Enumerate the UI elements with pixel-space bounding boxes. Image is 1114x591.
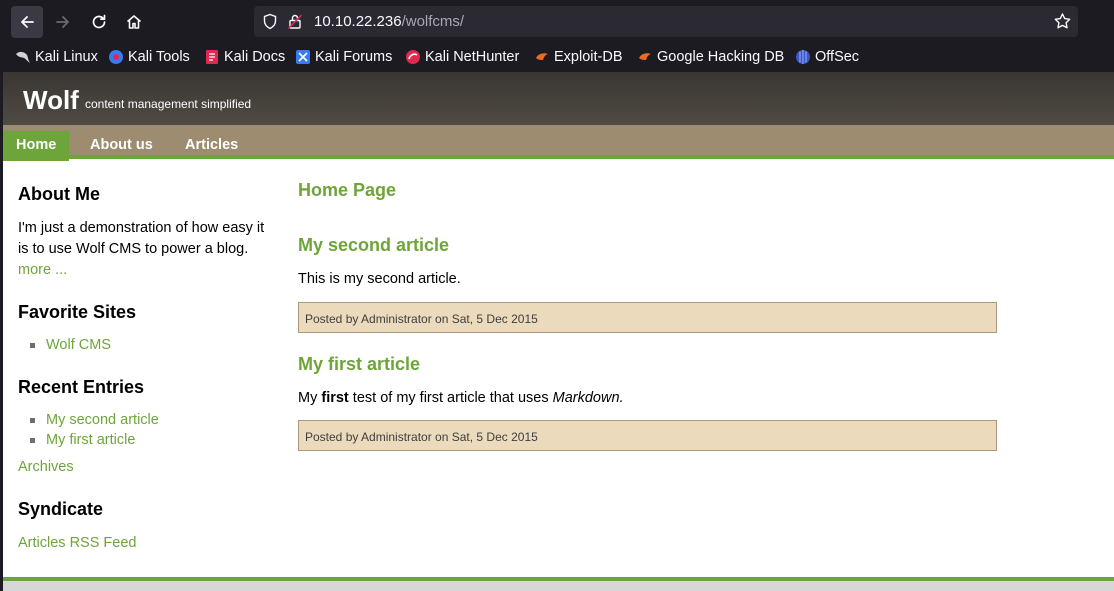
article-body: My first test of my first article that u…: [298, 390, 624, 406]
home-button[interactable]: [118, 6, 150, 38]
bookmark-label: Kali NetHunter: [425, 49, 520, 65]
reload-button[interactable]: [83, 6, 115, 38]
bookmark-label: Kali Linux: [35, 49, 98, 65]
article-title[interactable]: My first article: [298, 354, 420, 375]
body-italic-text: Markdown.: [552, 390, 624, 406]
nav-articles[interactable]: Articles: [172, 131, 251, 161]
site-header: Wolf content management simplified: [3, 72, 1114, 125]
bookmark-label: Exploit-DB: [554, 49, 623, 65]
recent-entry-link[interactable]: My second article: [46, 412, 159, 428]
web-page: Wolf content management simplified Home …: [3, 72, 1114, 591]
bookmark-google-hacking-db[interactable]: Google Hacking DB: [637, 48, 784, 66]
favorite-site-link[interactable]: Wolf CMS: [46, 337, 111, 353]
bookmark-kali-docs[interactable]: Kali Docs: [204, 48, 285, 66]
bookmark-exploit-db[interactable]: Exploit-DB: [534, 48, 623, 66]
browser-toolbar: 10.10.22.236/wolfcms/: [0, 0, 1114, 42]
footer: [3, 581, 1114, 591]
google-hacking-db-icon: [639, 53, 651, 60]
kali-forums-icon: [296, 50, 310, 64]
bookmark-label: OffSec: [815, 49, 860, 65]
kali-nethunter-icon: [406, 50, 420, 64]
site-slogan: content management simplified: [85, 97, 252, 111]
site-title[interactable]: Wolf: [23, 85, 79, 116]
body-text: test of my first article that uses: [348, 390, 553, 406]
kali-docs-icon: [206, 50, 218, 64]
favorites-heading: Favorite Sites: [18, 302, 137, 322]
insecure-lock-icon[interactable]: [287, 13, 303, 30]
address-bar[interactable]: 10.10.22.236/wolfcms/: [254, 6, 1078, 37]
page-title: Home Page: [298, 180, 397, 200]
article-body: This is my second article.: [298, 271, 461, 287]
url-text[interactable]: 10.10.22.236/wolfcms/: [314, 13, 464, 30]
bookmark-kali-linux[interactable]: Kali Linux: [15, 48, 98, 66]
bookmark-label: Kali Forums: [315, 49, 393, 65]
bookmark-label: Kali Docs: [224, 49, 286, 65]
about-heading: About Me: [18, 184, 100, 204]
bookmark-kali-nethunter[interactable]: Kali NetHunter: [405, 48, 519, 66]
nav-home[interactable]: Home: [3, 131, 70, 161]
bookmarks-toolbar: Kali Linux Kali Tools Kali Docs Kali For…: [0, 42, 1114, 72]
article-title[interactable]: My second article: [298, 235, 449, 256]
main-navigation: Home About us Articles: [3, 125, 1114, 161]
bookmark-kali-tools[interactable]: Kali Tools: [108, 48, 190, 66]
back-button[interactable]: [11, 6, 43, 38]
bookmark-label: Google Hacking DB: [657, 49, 785, 65]
home-icon: [126, 15, 142, 29]
list-bullet: [30, 418, 35, 423]
list-bullet: [30, 438, 35, 443]
reload-icon: [92, 14, 106, 29]
article-info: Posted by Administrator on Sat, 5 Dec 20…: [298, 420, 997, 451]
nav-about-us[interactable]: About us: [77, 131, 166, 161]
bookmark-star-icon[interactable]: [1053, 12, 1072, 31]
syndicate-heading: Syndicate: [18, 499, 104, 519]
bookmark-kali-forums[interactable]: Kali Forums: [295, 48, 392, 66]
archives-link[interactable]: Archives: [18, 459, 74, 475]
shield-icon[interactable]: [262, 13, 278, 30]
exploit-db-icon: [536, 53, 548, 60]
arrow-left-icon: [21, 16, 34, 28]
list-bullet: [30, 343, 35, 348]
rss-feed-link[interactable]: Articles RSS Feed: [18, 535, 136, 551]
arrow-right-icon: [56, 16, 69, 28]
body-text: My: [298, 390, 322, 406]
bookmark-offsec[interactable]: OffSec: [795, 48, 859, 66]
more-link[interactable]: more ...: [18, 262, 67, 278]
recent-entry-link[interactable]: My first article: [46, 432, 135, 448]
kali-tools-icon: [109, 50, 123, 64]
forward-button[interactable]: [47, 6, 79, 38]
url-host: 10.10.22.236: [314, 13, 402, 30]
bookmark-label: Kali Tools: [128, 49, 190, 65]
offsec-icon: [796, 50, 810, 64]
url-path: /wolfcms/: [401, 13, 465, 30]
body-bold-text: first: [321, 390, 349, 406]
recent-heading: Recent Entries: [18, 377, 145, 397]
article-info: Posted by Administrator on Sat, 5 Dec 20…: [298, 302, 997, 333]
about-text: I'm just a demonstration of how easy it …: [18, 220, 265, 257]
kali-dragon-icon: [16, 51, 30, 63]
